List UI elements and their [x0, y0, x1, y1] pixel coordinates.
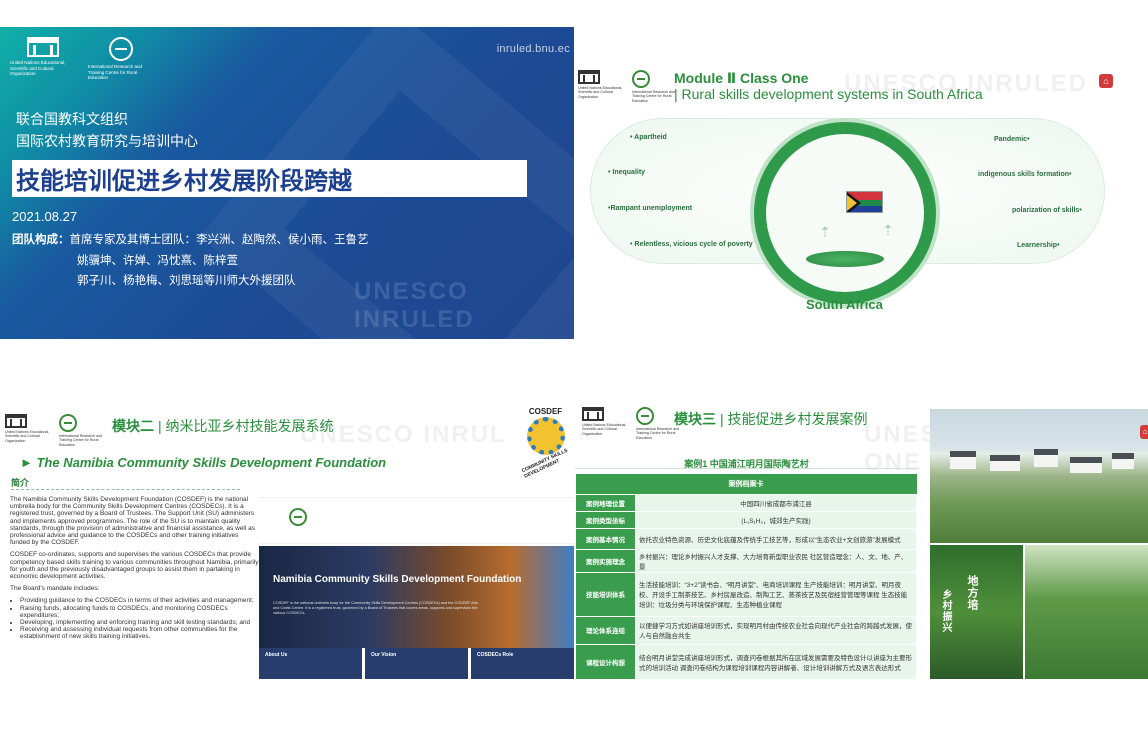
factor-right-4: Learnership• [1017, 242, 1060, 249]
team-block: 团队构成：首席专家及其博士团队：李兴洲、赵陶然、侯小雨、王鲁艺 姚骥坤、许婵、冯… [12, 234, 369, 287]
country-label: South Africa [806, 297, 883, 312]
podium-shape [806, 251, 884, 267]
unesco-logo: United Nations Educational, Scientific a… [578, 70, 624, 99]
table-row: 案例地理位置 中国四川省成都市浦江县 [575, 493, 917, 512]
temple-icon [582, 407, 604, 421]
list-item: Providing guidance to the COSDECs in ter… [20, 597, 260, 604]
factor-right-3: polarization of skills• [1012, 207, 1082, 214]
table-row: 理论体系连结 以便捷学习方式如讲座培训形式，实现明月村由传统农业社会向现代产业社会… [575, 615, 917, 645]
site-url: inruled.bnu.ec [496, 43, 570, 55]
section-heading: ► The Namibia Community Skills Developme… [20, 455, 387, 470]
site-hero: Namibia Community Skills Development Fou… [259, 546, 574, 648]
cosdef-logo: COSDEF COMMUNITY SKILLS DEVELOPMENT [520, 407, 569, 480]
inruled-logo: International Research and Training Cent… [88, 37, 154, 81]
about-us-card[interactable]: About Us [259, 648, 362, 679]
hero-text: COSDEF is the national umbrella body for… [273, 601, 478, 615]
temple-icon [578, 70, 600, 84]
unesco-logo: United Nations Educational, Scientific a… [582, 407, 628, 436]
bookmark-icon[interactable]: ⌂ [1140, 425, 1148, 439]
factor-left-4: • Relentless, vicious cycle of poverty [630, 241, 753, 248]
slide-south-africa: United Nations Educational, Scientific a… [574, 56, 1148, 328]
our-vision-card[interactable]: Our Vision [365, 648, 468, 679]
website-screenshot: Namibia Community Skills Development Fou… [259, 497, 574, 679]
globe-icon [109, 37, 133, 61]
table-row: 技能培训体系 生活技能培训：“3+2”读书会、“明月讲堂”、电商培训课程 生产技能… [575, 571, 917, 617]
logo-group: United Nations Educational, Scientific a… [578, 70, 678, 103]
factor-right-1: Pandemic• [994, 136, 1030, 143]
cosdecs-role-card[interactable]: COSDECs Role [471, 648, 574, 679]
site-nav [259, 498, 574, 544]
slide-title-blue: United Nations Educational, Scientific a… [0, 27, 574, 339]
table-header: 案例档案卡 [575, 474, 917, 494]
slide-namibia: United Nations Educational, Scientific a… [0, 407, 574, 679]
temple-icon [27, 37, 59, 57]
factor-right-2: indigenous skills formation• [978, 171, 1072, 178]
center-circle: ⇡ ⇡ [750, 118, 940, 308]
list-item: Receiving and assessing individual reque… [20, 626, 260, 640]
table-row: 案例实施理念 乡村振兴：理论乡村振兴人才支撑、大力培育新型职业农民 社区营造理念：… [575, 548, 917, 573]
list-item: Developing, implementing and enforcing t… [20, 619, 260, 626]
unesco-logo: United Nations Educational, Scientific a… [10, 37, 76, 77]
site-footer: About Us Our Vision COSDECs Role [259, 648, 574, 679]
intro-label: 简介 [11, 476, 240, 490]
slide-title: 技能培训促进乡村发展阶段跨越 [12, 160, 527, 197]
factor-left-2: • Inequality [608, 169, 646, 176]
watermark: UNESCO INRULED [354, 278, 475, 333]
unesco-logo: United Nations Educational, Scientific a… [5, 414, 51, 443]
globe-icon [289, 508, 307, 526]
watermark: UNESCO INRUL [300, 421, 507, 448]
arrow-up-icon: ⇡ [819, 224, 831, 240]
intro-text: The Namibia Community Skills Development… [10, 496, 260, 641]
case-title: 案例1 中国浦江明月国际陶艺村 [575, 457, 918, 470]
globe-icon [632, 70, 650, 88]
org-line-1: 联合国教科文组织 [16, 111, 128, 127]
arrow-up-icon: ⇡ [882, 222, 894, 238]
factor-left-3: •Rampant unemployment [608, 205, 693, 212]
bookmark-icon[interactable]: ⌂ [1099, 74, 1113, 88]
site-logo [289, 508, 307, 526]
hero-title: Namibia Community Skills Development Fou… [273, 574, 522, 585]
table-row: 案例类型坐标 (L₁S₁H₂，城郊生产实践) [575, 510, 917, 529]
table-row: 案例基本情况 依托农业特色资源、历史文化底蕴及传统手工技艺等，形成以“生态农业+文… [575, 527, 917, 550]
factor-left-1: • Apartheid [630, 134, 667, 141]
logo-group: United Nations Educational, Scientific a… [10, 37, 154, 81]
tea-field-photo [1025, 545, 1148, 679]
globe-icon [636, 407, 654, 425]
table-row: 课程设计构想 结合明月讲堂完成讲座培训形式，调查问卷根据其所在区域发展需要及特色设… [575, 643, 917, 679]
gear-icon [527, 417, 565, 455]
date: 2021.08.27 [12, 209, 78, 224]
temple-icon [5, 414, 27, 428]
logo-group: United Nations Educational, Scientific a… [5, 414, 105, 447]
inruled-logo: International Research and Training Cent… [59, 414, 105, 447]
globe-icon [59, 414, 77, 432]
page: United Nations Educational, Scientific a… [0, 0, 1148, 748]
org-line-2: 国际农村教育研究与培训中心 [16, 133, 198, 149]
team-label: 团队构成： [12, 234, 70, 246]
case-table: 案例档案卡 案例地理位置 中国四川省成都市浦江县 案例类型坐标 (L₁S₁H₂，城郊… [575, 474, 917, 679]
south-africa-flag-icon [846, 191, 883, 213]
watermark: UNESCO INRULED [844, 70, 1089, 97]
module-title: Module Ⅱ Class One [674, 70, 809, 86]
poster-photo: 地方培 乡村振兴 [930, 545, 1023, 679]
village-photo [930, 409, 1148, 543]
slide-china-case: United Nations Educational, Scientific a… [574, 407, 1148, 679]
inruled-logo: International Research and Training Cent… [632, 70, 678, 103]
module-title: 模块三 | 技能促进乡村发展案例 [674, 411, 868, 427]
list-item: Raising funds, allocating funds to COSDE… [20, 605, 260, 619]
logo-group: United Nations Educational, Scientific a… [582, 407, 682, 440]
